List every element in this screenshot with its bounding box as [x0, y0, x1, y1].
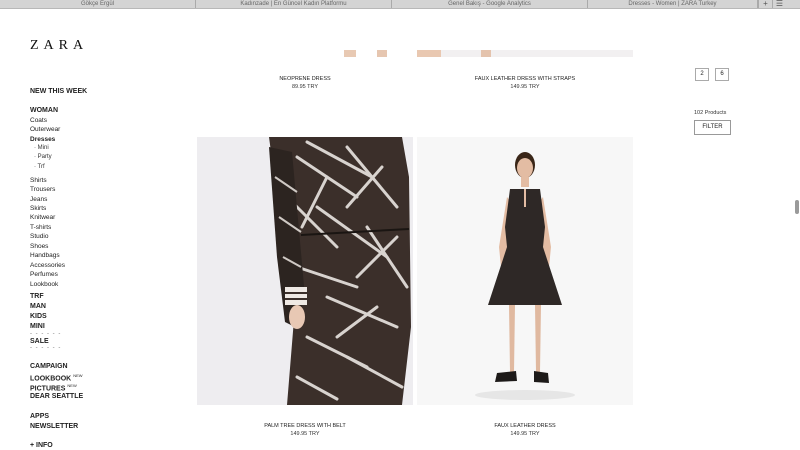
filter-button[interactable]: FILTER	[694, 120, 731, 135]
nav-sale[interactable]: SALE	[30, 338, 49, 345]
new-badge: NEW	[73, 373, 83, 378]
nav-lookbook-label: LOOKBOOK	[30, 375, 72, 383]
new-badge: NEW	[67, 383, 77, 388]
tab-list-button[interactable]: ☰	[772, 0, 786, 8]
nav-accessories[interactable]: Accessories	[30, 262, 65, 269]
product-image-faux-leather-dress[interactable]	[417, 137, 633, 405]
nav-woman[interactable]: WOMAN	[30, 107, 58, 114]
product-name[interactable]: PALM TREE DRESS WITH BELT	[197, 423, 413, 429]
leather-dress-illustration	[417, 137, 633, 405]
nav-campaign[interactable]: CAMPAIGN	[30, 363, 68, 370]
nav-info[interactable]: + INFO	[30, 442, 53, 449]
nav-lookbook-main[interactable]: LOOKBOOK NEW	[30, 373, 83, 382]
nav-studio[interactable]: Studio	[30, 233, 48, 240]
product-name[interactable]: FAUX LEATHER DRESS WITH STRAPS	[417, 76, 633, 82]
product-price: 149.95 TRY	[290, 431, 320, 437]
nav-skirts[interactable]: Skirts	[30, 205, 46, 212]
browser-tab-active[interactable]: Dresses - Women | ZARA Turkey	[588, 0, 758, 8]
nav-dresses[interactable]: Dresses	[30, 136, 55, 143]
nav-tshirts[interactable]: T-shirts	[30, 224, 51, 231]
product-price: 149.95 TRY	[510, 431, 540, 437]
nav-shoes[interactable]: Shoes	[30, 243, 48, 250]
scrollbar-thumb[interactable]	[795, 200, 799, 214]
view-6-button[interactable]: 6	[715, 68, 729, 81]
nav-dresses-mini[interactable]: · Mini	[34, 145, 49, 151]
zara-logo[interactable]: ZARA	[30, 38, 88, 54]
browser-tab-bar: Gökçe Ergül Kadınzade | En Güncel Kadın …	[0, 0, 800, 9]
nav-pictures[interactable]: PICTURES NEW	[30, 383, 77, 392]
nav-newsletter[interactable]: NEWSLETTER	[30, 423, 78, 430]
nav-trf[interactable]: TRF	[30, 293, 44, 300]
nav-apps[interactable]: APPS	[30, 413, 49, 420]
divider: - - - - - -	[30, 331, 62, 337]
palm-dress-illustration	[197, 137, 413, 405]
product-image-neoprene[interactable]	[197, 50, 413, 57]
nav-mini[interactable]: MINI	[30, 323, 45, 330]
browser-tab[interactable]: Gökçe Ergül	[0, 0, 196, 8]
nav-kids[interactable]: KIDS	[30, 313, 47, 320]
product-price: 149.95 TRY	[510, 84, 540, 90]
nav-coats[interactable]: Coats	[30, 117, 47, 124]
browser-tab[interactable]: Genel Bakış - Google Analytics	[392, 0, 588, 8]
nav-knitwear[interactable]: Knitwear	[30, 214, 55, 221]
nav-perfumes[interactable]: Perfumes	[30, 271, 58, 278]
nav-lookbook[interactable]: Lookbook	[30, 281, 58, 288]
product-image-palm-tree-dress[interactable]	[197, 137, 413, 405]
nav-man[interactable]: MAN	[30, 303, 46, 310]
nav-handbags[interactable]: Handbags	[30, 252, 60, 259]
nav-trousers[interactable]: Trousers	[30, 186, 55, 193]
browser-tab[interactable]: Kadınzade | En Güncel Kadın Platformu	[196, 0, 392, 8]
nav-shirts[interactable]: Shirts	[30, 177, 47, 184]
divider: - - - - - -	[30, 345, 62, 351]
nav-dresses-party[interactable]: · Party	[34, 154, 52, 160]
product-name[interactable]: FAUX LEATHER DRESS	[417, 423, 633, 429]
view-2-button[interactable]: 2	[695, 68, 709, 81]
product-image-faux-leather-straps[interactable]	[417, 50, 633, 57]
nav-dresses-trf[interactable]: · Trf	[34, 164, 45, 170]
nav-jeans[interactable]: Jeans	[30, 196, 47, 203]
nav-dear-seattle[interactable]: DEAR SEATTLE	[30, 393, 83, 400]
product-count: 102 Products	[694, 110, 727, 116]
nav-outerwear[interactable]: Outerwear	[30, 126, 60, 133]
product-name[interactable]: NEOPRENE DRESS	[197, 76, 413, 82]
nav-new-this-week[interactable]: NEW THIS WEEK	[30, 88, 87, 95]
nav-pictures-label: PICTURES	[30, 385, 66, 393]
new-tab-button[interactable]: +	[758, 0, 772, 8]
product-price: 89.95 TRY	[291, 84, 319, 90]
